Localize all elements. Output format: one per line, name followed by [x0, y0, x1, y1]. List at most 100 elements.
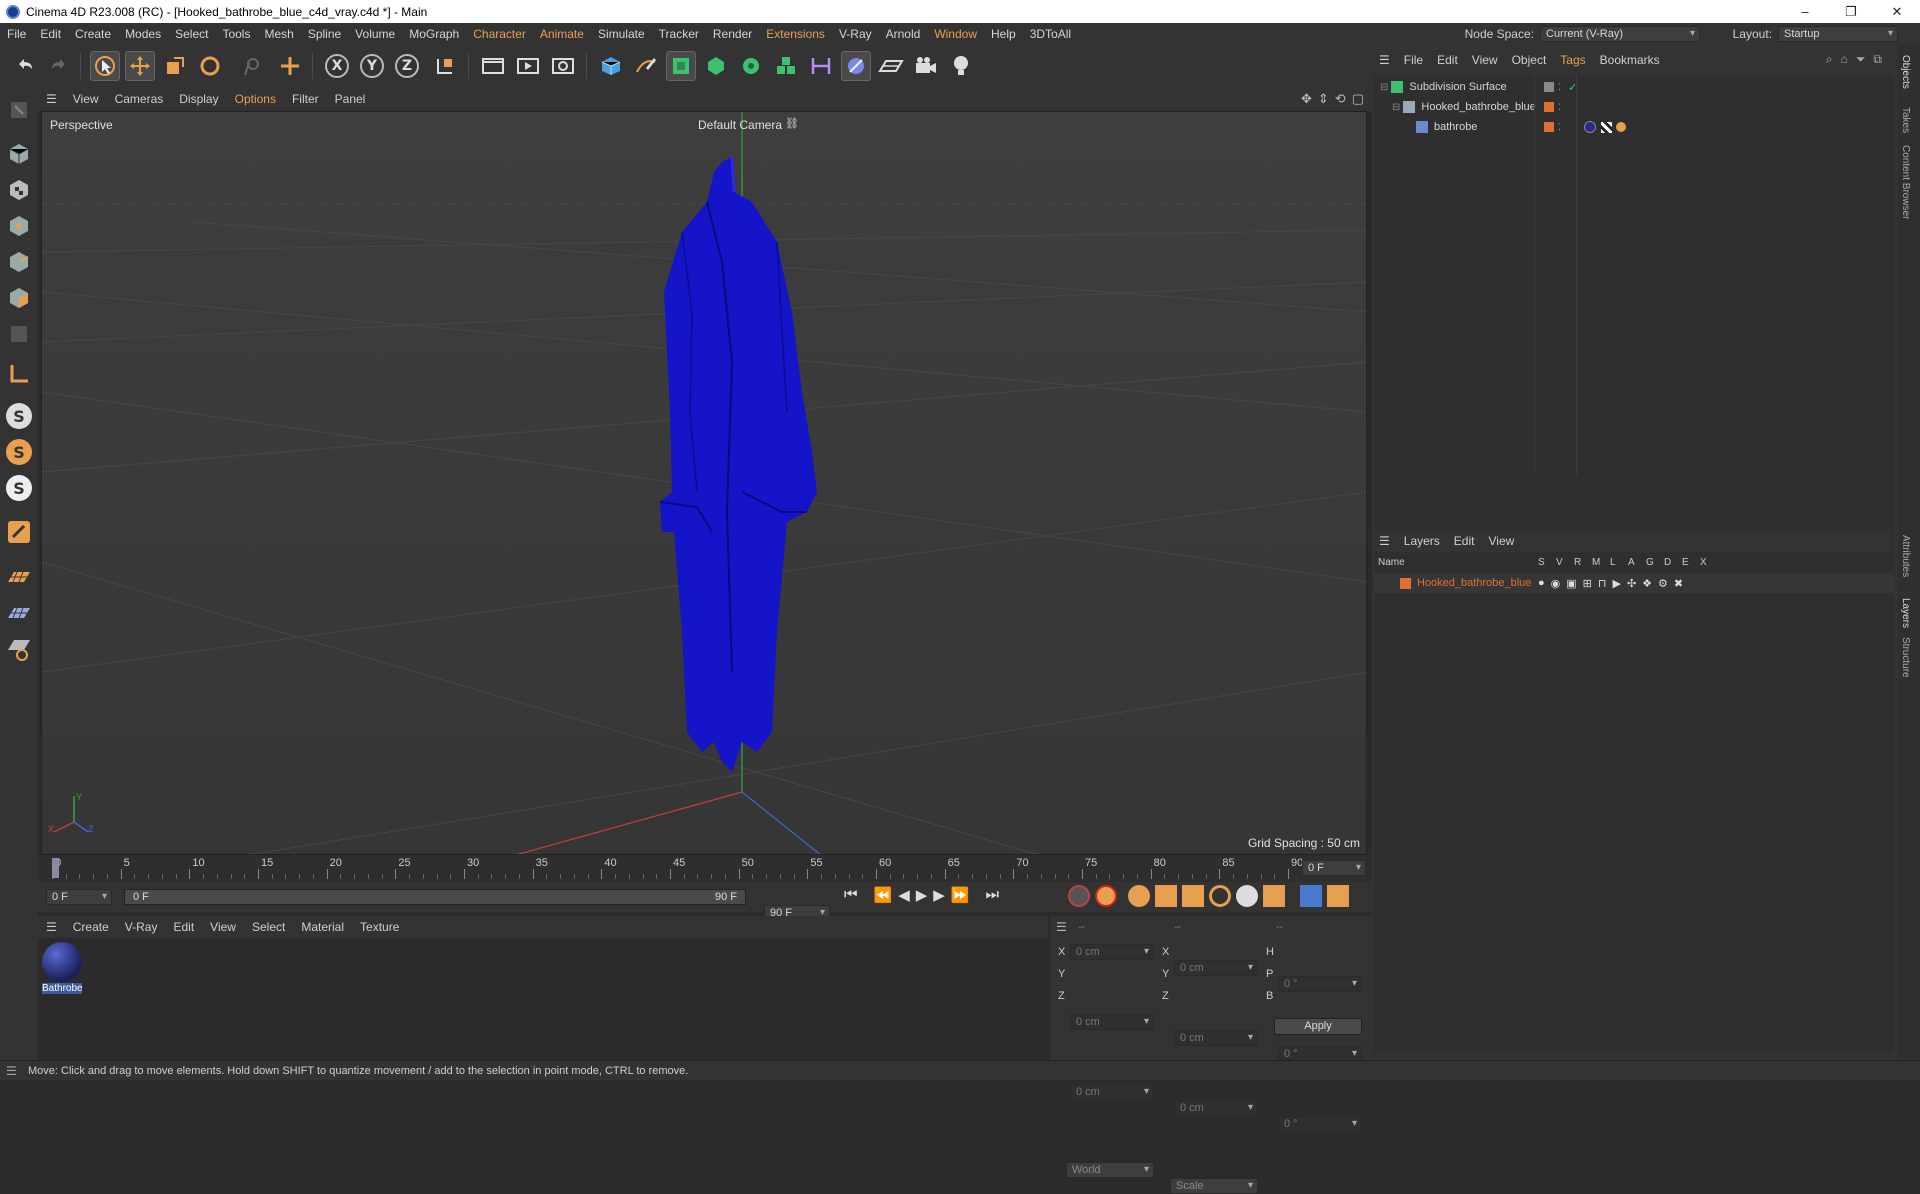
object-menu-tags[interactable]: Tags — [1553, 53, 1592, 67]
object-row[interactable]: ⊟ Hooked_bathrobe_blue ⁚ — [1374, 97, 1894, 117]
material-menu-edit[interactable]: Edit — [165, 920, 202, 934]
layout-dropdown[interactable]: Startup — [1778, 26, 1898, 42]
material-menu-create[interactable]: Create — [65, 920, 117, 934]
3d-viewport[interactable]: Perspective Default Camera ⛓ Grid Spacin… — [41, 111, 1367, 855]
layer-visible-icon[interactable]: ◉ — [1551, 577, 1561, 590]
restore-button[interactable]: ❐ — [1828, 0, 1874, 23]
subdivision-generator-icon[interactable] — [666, 51, 696, 81]
object-new-window-icon[interactable]: ⧉ — [1873, 52, 1882, 67]
grid-plane-icon[interactable] — [4, 599, 34, 629]
viewport-menu-panel[interactable]: Panel — [327, 92, 374, 106]
viewport-menu-display[interactable]: Display — [171, 92, 226, 106]
object-row[interactable]: bathrobe ⁚ — [1374, 117, 1894, 137]
point-mode-icon[interactable] — [4, 211, 34, 241]
coord-mode-dropdown[interactable]: Scale — [1170, 1178, 1258, 1194]
layer-menu-hamburger-icon[interactable]: ☰ — [1372, 534, 1397, 548]
position-key-icon[interactable] — [1155, 885, 1177, 907]
object-row[interactable]: ⊟ Subdivision Surface ⁚ ✓ — [1374, 77, 1894, 97]
uvw-tag-icon[interactable] — [1601, 121, 1612, 133]
x-axis-lock-icon[interactable]: X — [322, 51, 352, 81]
model-mode-icon[interactable] — [4, 139, 34, 169]
prev-frame-icon[interactable]: ◀ — [898, 886, 910, 904]
coord-value-field[interactable]: 0 cm — [1174, 1100, 1258, 1116]
snap-icon[interactable]: S — [4, 401, 34, 431]
undo-icon[interactable] — [10, 51, 40, 81]
layer-col-deformers[interactable]: D — [1664, 557, 1682, 568]
point-level-key-icon[interactable] — [1263, 885, 1285, 907]
layer-solo-icon[interactable]: ● — [1538, 577, 1545, 590]
layer-col-expressions[interactable]: E — [1682, 557, 1700, 568]
move-tool-icon[interactable] — [125, 51, 155, 81]
record-keys-icon[interactable] — [1068, 885, 1090, 907]
layer-color-swatch[interactable] — [1400, 577, 1411, 589]
menu-modes[interactable]: Modes — [118, 27, 168, 41]
current-frame-field[interactable]: 0 F — [1302, 860, 1366, 876]
motion-clip-icon[interactable] — [1327, 885, 1349, 907]
y-axis-lock-icon[interactable]: Y — [357, 51, 387, 81]
visibility-dots-icon[interactable]: ⁚ — [1558, 122, 1561, 133]
scale-tool-icon[interactable] — [160, 51, 190, 81]
menu-arnold[interactable]: Arnold — [879, 27, 928, 41]
coord-value-field[interactable]: 0 cm — [1070, 1014, 1154, 1030]
layer-manager-icon[interactable]: ⊞ — [1583, 577, 1592, 590]
object-menu-file[interactable]: File — [1397, 53, 1430, 67]
layer-col-animation[interactable]: A — [1628, 557, 1646, 568]
layer-expressions-icon[interactable]: ⚙ — [1658, 577, 1668, 590]
layer-generators-icon[interactable]: ✣ — [1627, 577, 1636, 590]
viewport-pan-icon[interactable]: ✥ — [1301, 91, 1312, 107]
object-menu-object[interactable]: Object — [1505, 53, 1554, 67]
menu-render[interactable]: Render — [706, 27, 759, 41]
viewport-menu-options[interactable]: Options — [227, 92, 284, 106]
field-icon[interactable] — [841, 51, 871, 81]
material-menu-select[interactable]: Select — [244, 920, 293, 934]
object-search-icon[interactable]: ⌕ — [1826, 52, 1833, 67]
goto-start-icon[interactable]: ⏮ — [844, 886, 858, 904]
menu-select[interactable]: Select — [168, 27, 215, 41]
next-key-icon[interactable]: ⏩ — [951, 886, 970, 904]
layer-col-generators[interactable]: G — [1646, 557, 1664, 568]
layer-col-xrefs[interactable]: X — [1700, 557, 1718, 568]
object-filter-icon[interactable]: ⏷ — [1856, 52, 1866, 67]
polygon-mode-icon[interactable] — [4, 283, 34, 313]
viewport-dolly-icon[interactable]: ⇕ — [1318, 91, 1329, 107]
timeline-ruler[interactable]: 051015202530354045505560657075808590 0 F — [38, 855, 1372, 882]
menu-help[interactable]: Help — [984, 27, 1023, 41]
texture-mode-icon[interactable] — [4, 175, 34, 205]
layer-render-icon[interactable]: ▣ — [1566, 577, 1576, 590]
goto-end-icon[interactable]: ⏭ — [986, 886, 1000, 904]
layer-swatch[interactable] — [1544, 122, 1554, 132]
scale-key-icon[interactable] — [1182, 885, 1204, 907]
cube-primitive-icon[interactable] — [596, 51, 626, 81]
layer-swatch[interactable] — [1544, 82, 1554, 92]
axis-mode-icon[interactable] — [4, 359, 34, 389]
uv-mode-icon[interactable] — [4, 319, 34, 349]
layer-col-visible[interactable]: V — [1556, 557, 1574, 568]
object-menu-edit[interactable]: Edit — [1430, 53, 1465, 67]
camera-link-icon[interactable]: ⛓ — [785, 117, 799, 130]
keyframe-selection-icon[interactable] — [1128, 885, 1150, 907]
frame-range-slider[interactable]: 0 F 90 F — [124, 889, 746, 905]
layer-menu-layers[interactable]: Layers — [1397, 534, 1447, 548]
material-menu-vray[interactable]: V-Ray — [117, 920, 166, 934]
layer-menu-edit[interactable]: Edit — [1447, 534, 1482, 548]
parameter-key-icon[interactable] — [1236, 885, 1258, 907]
collapse-toggle-icon[interactable]: ⊟ — [1380, 82, 1388, 93]
side-tab-content-browser[interactable]: Content Browser — [1900, 145, 1911, 219]
menu-simulate[interactable]: Simulate — [591, 27, 652, 41]
viewport-menu-filter[interactable]: Filter — [284, 92, 327, 106]
side-tab-structure[interactable]: Structure — [1900, 637, 1911, 678]
status-menu-icon[interactable]: ☰ — [6, 1064, 17, 1078]
snap-settings-icon[interactable]: S — [4, 437, 34, 467]
rotation-key-icon[interactable] — [1209, 885, 1231, 907]
coord-space-dropdown[interactable]: World — [1066, 1162, 1154, 1178]
floor-icon[interactable] — [876, 51, 906, 81]
object-menu-hamburger-icon[interactable]: ☰ — [1372, 53, 1397, 67]
layer-row[interactable]: Hooked_bathrobe_blue ● ◉ ▣ ⊞ ⊓ ▶ ✣ ❖ ⚙ ✖ — [1374, 573, 1894, 593]
menu-edit[interactable]: Edit — [33, 27, 68, 41]
locked-workplane-icon[interactable] — [4, 635, 34, 665]
viewport-menu-hamburger-icon[interactable]: ☰ — [38, 92, 65, 106]
side-tab-layers[interactable]: Layers — [1900, 598, 1911, 628]
layer-col-manager[interactable]: M — [1592, 557, 1610, 568]
material-menu-texture[interactable]: Texture — [352, 920, 407, 934]
node-space-dropdown[interactable]: Current (V-Ray) — [1540, 26, 1700, 42]
